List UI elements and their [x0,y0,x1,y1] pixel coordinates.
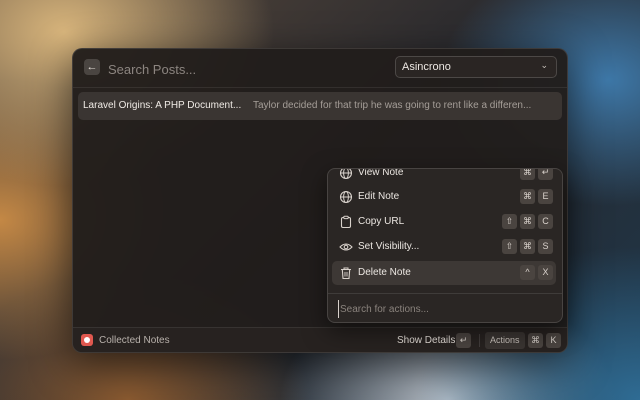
enter-key-hint: ↵ [456,333,471,348]
collected-notes-icon [81,334,93,346]
show-details-button[interactable]: Show Details [397,335,455,346]
dropdown-value: Asincrono [402,61,451,73]
menu-item-label: Delete Note [358,267,411,278]
menu-item-label: Set Visibility... [358,241,420,252]
shortcut-key: ⌘ [520,189,535,204]
app-name: Collected Notes [99,335,170,346]
source-dropdown[interactable]: Asincrono ⌄ [395,56,557,78]
action-bar: Collected Notes Show Details ↵ Actions ⌘… [73,327,567,352]
actions-search-input[interactable] [338,300,552,318]
shortcut-key: ↵ [538,169,553,180]
shortcut-key: S [538,239,553,254]
actions-button[interactable]: Actions [485,332,525,349]
shortcut-key: C [538,214,553,229]
k-key-hint: K [546,333,561,348]
clipboard-icon [339,215,353,229]
shortcut-key: ⇧ [502,214,517,229]
list-item[interactable]: Laravel Origins: A PHP Document... Taylo… [78,92,562,120]
menu-item-label: Copy URL [358,216,405,227]
shortcut-key: ⌘ [520,214,535,229]
actions-menu: View Note ⌘ ↵ Edit Note ⌘ E Copy URL ⇧ ⌘… [327,168,563,323]
shortcut-key: ⇧ [502,239,517,254]
menu-item-edit-note[interactable]: Edit Note ⌘ E [332,185,556,209]
back-button[interactable]: ← [84,59,100,75]
shortcut-key: E [538,189,553,204]
globe-icon [339,190,353,204]
menu-item-label: View Note [358,168,404,178]
shortcut-key: ⌘ [520,239,535,254]
list-item-description: Taylor decided for that trip he was goin… [253,100,532,111]
cmd-key-hint: ⌘ [528,333,543,348]
shortcut-key: ⌘ [520,169,535,180]
eye-icon [339,240,353,254]
globe-icon [339,169,353,180]
search-input[interactable] [106,59,380,79]
menu-item-copy-url[interactable]: Copy URL ⇧ ⌘ C [332,210,556,234]
trash-icon [339,266,353,280]
list-item-title: Laravel Origins: A PHP Document... [83,100,242,111]
menu-item-label: Edit Note [358,191,400,202]
shortcut-key: X [538,265,553,280]
menu-item-set-visibility[interactable]: Set Visibility... ⇧ ⌘ S [332,235,556,259]
shortcut-key: ^ [520,265,535,280]
chevron-down-icon: ⌄ [540,60,548,70]
arrow-left-icon: ← [86,61,98,73]
footer-divider [479,334,480,347]
menu-item-delete-note[interactable]: Delete Note ^ X [332,261,556,285]
menu-divider [328,293,562,294]
menu-item-view-note[interactable]: View Note ⌘ ↵ [332,168,556,185]
search-bar: ← Asincrono ⌄ [73,49,567,88]
